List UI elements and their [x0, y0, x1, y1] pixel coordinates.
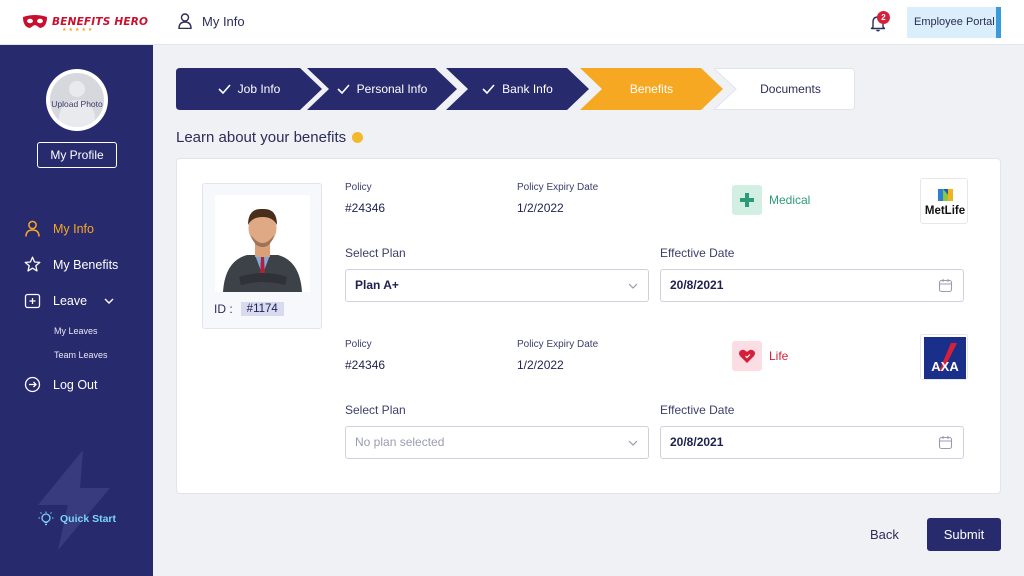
user-icon: [178, 13, 192, 29]
chevron-down-icon: [104, 298, 114, 304]
sidebar-item-my-info[interactable]: My Info: [24, 220, 94, 237]
top-bar: BENEFITS HERO ★★★★★ My Info 2 Employee P…: [0, 0, 1024, 45]
submit-button[interactable]: Submit: [927, 518, 1001, 551]
policy-value: #24346: [345, 201, 386, 215]
portal-switcher[interactable]: Employee Portal: [907, 7, 1001, 38]
back-button[interactable]: Back: [870, 527, 899, 542]
sidebar-item-my-benefits[interactable]: My Benefits: [24, 256, 118, 273]
effective-date-label: Effective Date: [660, 403, 735, 417]
plan-select-placeholder: No plan selected: [355, 435, 445, 449]
step-label: Documents: [760, 82, 821, 96]
quick-start-link[interactable]: Quick Start: [38, 511, 116, 527]
user-icon: [25, 220, 40, 237]
policy-value: #24346: [345, 358, 386, 372]
upload-photo-label: Upload Photo: [51, 99, 103, 109]
benefit-type-medical: Medical: [732, 185, 810, 215]
heart-icon: [732, 341, 762, 371]
avatar: Upload Photo: [50, 73, 104, 127]
lightning-bolt-decoration: [38, 450, 110, 550]
metlife-logo-mark: MetLife: [925, 189, 965, 217]
check-icon: [482, 84, 495, 94]
check-icon: [337, 84, 350, 94]
sidebar-subitem-team-leaves[interactable]: Team Leaves: [54, 350, 108, 360]
step-label: Job Info: [237, 82, 281, 96]
section-title: Learn about your benefits: [176, 129, 364, 146]
policy-label: Policy: [345, 182, 372, 193]
step-label: Personal Info: [356, 82, 428, 96]
effective-date-label: Effective Date: [660, 246, 735, 260]
employee-id: ID : #1174: [214, 302, 284, 316]
emoji-icon: [352, 132, 364, 143]
plan-select[interactable]: Plan A+: [345, 269, 649, 302]
sidebar-item-label: My Info: [53, 221, 94, 236]
step-label: Benefits: [629, 82, 674, 96]
check-icon: [218, 84, 231, 94]
axa-logo-mark: AXA: [924, 337, 966, 379]
benefit-type-label: Medical: [769, 193, 811, 207]
brand-logo[interactable]: BENEFITS HERO ★★★★★: [22, 13, 148, 33]
select-plan-label: Select Plan: [345, 403, 406, 417]
notification-badge: 2: [877, 11, 890, 24]
section-title-text: Learn about your benefits: [176, 129, 347, 146]
sidebar-item-label: Log Out: [53, 377, 98, 392]
benefit-type-label: Life: [769, 349, 789, 363]
avatar-upload[interactable]: Upload Photo: [46, 69, 108, 131]
effective-date-value: 20/8/2021: [670, 278, 724, 292]
sidebar-subitem-my-leaves[interactable]: My Leaves: [54, 326, 98, 336]
quick-start-label: Quick Start: [60, 513, 117, 525]
sidebar-item-label: My Benefits: [53, 257, 119, 272]
select-plan-label: Select Plan: [345, 246, 406, 260]
step-documents[interactable]: Documents: [714, 68, 855, 110]
step-personal-info[interactable]: Personal Info: [307, 68, 457, 110]
star-icon: [24, 256, 41, 272]
leave-icon: [24, 293, 41, 309]
my-profile-button[interactable]: My Profile: [37, 142, 117, 168]
sidebar-item-label: Leave: [53, 293, 88, 308]
effective-date-input[interactable]: 20/8/2021: [660, 269, 964, 302]
employee-photo: [215, 195, 310, 292]
chevron-down-icon: [628, 440, 638, 446]
employee-card: ID : #1174: [202, 183, 322, 329]
page-title: My Info: [178, 13, 245, 29]
provider-name: AXA: [931, 359, 959, 374]
calendar-icon[interactable]: [938, 435, 953, 450]
page-title-text: My Info: [202, 13, 245, 29]
avatar-head-silhouette: [69, 81, 85, 97]
step-benefits[interactable]: Benefits: [580, 68, 723, 110]
step-job-info[interactable]: Job Info: [176, 68, 322, 110]
logout-icon: [24, 376, 41, 393]
benefits-card: ID : #1174 Policy #24346 Policy Expiry D…: [176, 158, 1001, 494]
benefit-type-life: Life: [732, 341, 788, 371]
chevron-down-icon: [628, 283, 638, 289]
step-bank-info[interactable]: Bank Info: [446, 68, 589, 110]
sidebar: Upload Photo My Profile My Info My Benef…: [0, 45, 153, 576]
calendar-icon[interactable]: [938, 278, 953, 293]
axa-logo: AXA: [920, 334, 968, 380]
sidebar-item-log-out[interactable]: Log Out: [24, 376, 97, 393]
effective-date-input[interactable]: 20/8/2021: [660, 426, 964, 459]
employee-id-value: #1174: [240, 302, 284, 316]
plan-select[interactable]: No plan selected: [345, 426, 649, 459]
provider-name: MetLife: [925, 205, 965, 217]
step-label: Bank Info: [502, 82, 553, 96]
mask-icon: [23, 15, 47, 28]
policy-label: Policy: [345, 339, 372, 350]
lightbulb-icon: [38, 511, 54, 526]
policy-expiry-label: Policy Expiry Date: [517, 182, 599, 193]
brand-stars-decoration: ★★★★★: [62, 27, 95, 33]
policy-expiry-value: 1/2/2022: [517, 201, 564, 215]
effective-date-value: 20/8/2021: [670, 435, 724, 449]
metlife-logo: MetLife: [920, 178, 968, 224]
medical-cross-icon: [732, 185, 762, 215]
policy-expiry-value: 1/2/2022: [517, 358, 564, 372]
sidebar-item-leave[interactable]: Leave: [24, 292, 115, 309]
policy-expiry-label: Policy Expiry Date: [517, 339, 599, 350]
plan-select-value: Plan A+: [355, 278, 399, 292]
employee-id-label: ID :: [214, 302, 233, 316]
